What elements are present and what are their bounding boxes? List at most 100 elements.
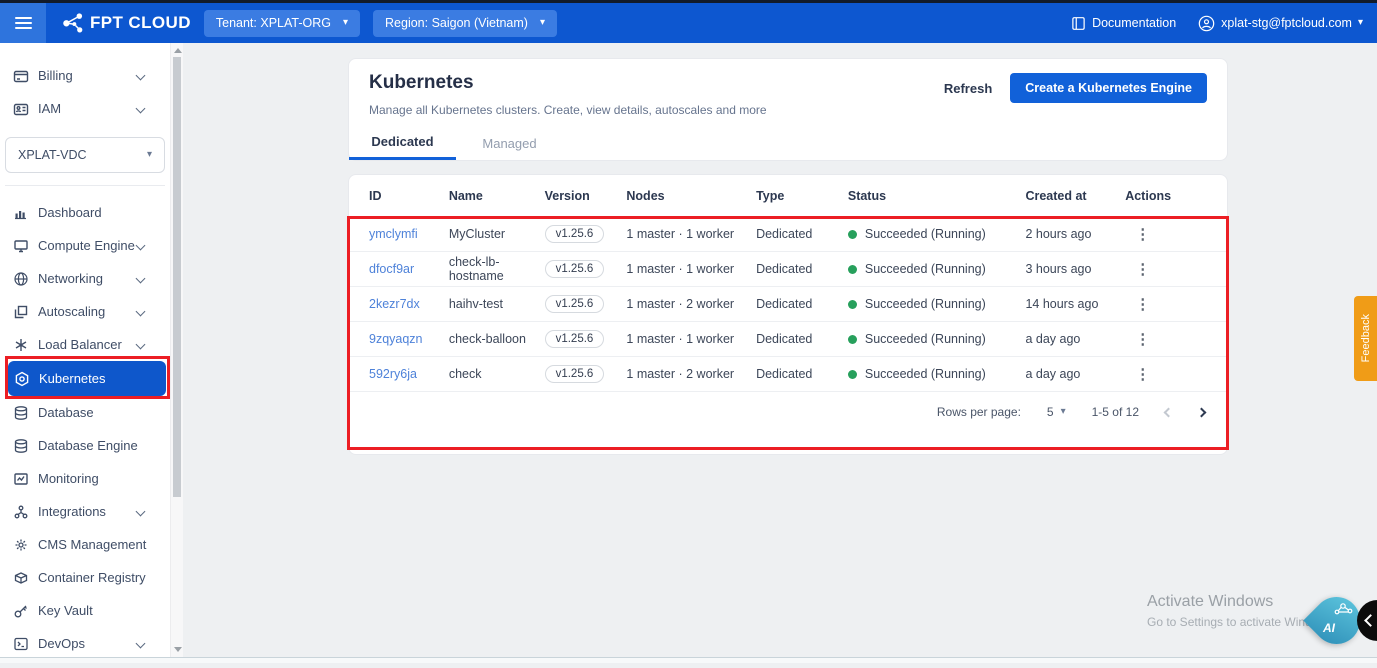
version-chip: v1.25.6 — [545, 225, 605, 243]
sidebar-item-compute-engine[interactable]: Compute Engine — [0, 229, 170, 262]
next-page-button[interactable] — [1197, 407, 1207, 417]
rows-per-page-value: 5 — [1047, 405, 1054, 419]
documentation-label: Documentation — [1092, 16, 1176, 30]
status-dot — [848, 265, 857, 274]
tab-dedicated[interactable]: Dedicated — [349, 126, 456, 160]
ai-widget-label: AI — [1323, 621, 1335, 635]
caret-down-icon: ▾ — [343, 18, 348, 28]
status-dot — [848, 230, 857, 239]
sidebar-item-kubernetes[interactable]: Kubernetes — [8, 361, 166, 396]
networking-icon — [13, 271, 29, 287]
table-header-row: ID Name Version Nodes Type Status Create… — [349, 175, 1227, 217]
sidebar-item-label: Container Registry — [38, 570, 146, 585]
sidebar-item-label: Monitoring — [38, 471, 99, 486]
sidebar-item-monitoring[interactable]: Monitoring — [0, 462, 170, 495]
rows-per-page-select[interactable]: 5 ▾ — [1047, 405, 1066, 419]
sidebar-item-container-registry[interactable]: Container Registry — [0, 561, 170, 594]
window-bottom-border — [0, 657, 1377, 663]
chevron-left-icon — [1364, 614, 1377, 627]
page-header-card: Kubernetes Manage all Kubernetes cluster… — [348, 58, 1228, 161]
top-navigation-bar: FPT CLOUD Tenant: XPLAT-ORG ▾ Region: Sa… — [0, 3, 1377, 43]
column-header-actions: Actions — [1125, 189, 1207, 203]
status-text: Succeeded (Running) — [865, 227, 986, 241]
cluster-id-link[interactable]: dfocf9ar — [369, 262, 414, 276]
sidebar-item-dashboard[interactable]: Dashboard — [0, 196, 170, 229]
sidebar-item-database-engine[interactable]: Database Engine — [0, 429, 170, 462]
cluster-nodes: 1 master · 2 worker — [626, 367, 756, 381]
autoscaling-icon — [13, 304, 29, 320]
version-chip: v1.25.6 — [545, 330, 605, 348]
sidebar-item-autoscaling[interactable]: Autoscaling — [0, 295, 170, 328]
sidebar-item-devops[interactable]: DevOps — [0, 627, 170, 660]
row-actions-menu-icon[interactable]: ⋮ — [1125, 296, 1150, 313]
sidebar-item-label: Database Engine — [38, 438, 138, 453]
scroll-up-arrow-icon[interactable] — [174, 48, 182, 53]
status-text: Succeeded (Running) — [865, 262, 986, 276]
table-row: 9zqyaqzn check-balloon v1.25.6 1 master … — [349, 322, 1227, 357]
sidebar-item-label: IAM — [38, 101, 61, 116]
sidebar-item-database[interactable]: Database — [0, 396, 170, 429]
sidebar-item-cms-management[interactable]: CMS Management — [0, 528, 170, 561]
table-row: dfocf9ar check-lb-hostname v1.25.6 1 mas… — [349, 252, 1227, 287]
user-account-menu[interactable]: xplat-stg@fptcloud.com ▾ — [1198, 15, 1363, 32]
column-header-type: Type — [756, 189, 848, 203]
feedback-label: Feedback — [1360, 314, 1372, 362]
user-circle-icon — [1198, 15, 1215, 32]
tab-managed[interactable]: Managed — [456, 126, 563, 160]
cluster-nodes: 1 master · 1 worker — [626, 227, 756, 241]
hamburger-icon — [15, 17, 32, 19]
cluster-type: Dedicated — [756, 367, 848, 381]
scrollbar-thumb[interactable] — [173, 57, 181, 497]
tenant-selector[interactable]: Tenant: XPLAT-ORG ▾ — [204, 10, 360, 37]
gear-icon — [13, 537, 29, 553]
cluster-name: check — [449, 367, 545, 381]
database-engine-icon — [13, 438, 29, 454]
hamburger-menu-button[interactable] — [0, 3, 46, 43]
created-at: a day ago — [1025, 367, 1125, 381]
sidebar: Billing IAM XPLAT-VDC ▾ Dashboard Comput… — [0, 43, 183, 657]
scroll-down-arrow-icon[interactable] — [174, 647, 182, 652]
row-actions-menu-icon[interactable]: ⋮ — [1125, 261, 1150, 278]
sidebar-item-billing[interactable]: Billing — [0, 59, 170, 92]
vdc-selector[interactable]: XPLAT-VDC ▾ — [5, 137, 165, 173]
feedback-tab[interactable]: Feedback — [1354, 296, 1377, 381]
windows-activation-watermark: Activate Windows Go to Settings to activ… — [1147, 593, 1333, 629]
sidebar-scrollbar[interactable] — [170, 43, 183, 657]
window-top-border — [0, 0, 1377, 3]
row-actions-menu-icon[interactable]: ⋮ — [1125, 226, 1150, 243]
documentation-link[interactable]: Documentation — [1071, 16, 1176, 31]
refresh-button[interactable]: Refresh — [944, 81, 992, 96]
sidebar-item-label: Load Balancer — [38, 337, 122, 352]
create-kubernetes-engine-button[interactable]: Create a Kubernetes Engine — [1010, 73, 1207, 103]
sidebar-item-load-balancer[interactable]: Load Balancer — [0, 328, 170, 361]
previous-page-button[interactable] — [1164, 407, 1174, 417]
rows-per-page-label: Rows per page: — [937, 405, 1021, 419]
page-subtitle: Manage all Kubernetes clusters. Create, … — [369, 103, 767, 117]
region-selector[interactable]: Region: Saigon (Vietnam) ▾ — [373, 10, 557, 37]
cluster-name: haihv-test — [449, 297, 545, 311]
row-actions-menu-icon[interactable]: ⋮ — [1125, 331, 1150, 348]
chevron-down-icon — [136, 639, 146, 649]
column-header-status: Status — [848, 189, 1026, 203]
page-title: Kubernetes — [369, 72, 474, 94]
sidebar-item-key-vault[interactable]: Key Vault — [0, 594, 170, 627]
cluster-name: check-lb-hostname — [449, 255, 545, 283]
cluster-id-link[interactable]: 2kezr7dx — [369, 297, 420, 311]
sidebar-item-integrations[interactable]: Integrations — [0, 495, 170, 528]
pagination-bar: Rows per page: 5 ▾ 1-5 of 12 — [349, 392, 1227, 432]
cluster-id-link[interactable]: ymclymfi — [369, 227, 418, 241]
compute-engine-icon — [13, 238, 29, 254]
tenant-label: Tenant: XPLAT-ORG — [216, 16, 331, 30]
sidebar-item-networking[interactable]: Networking — [0, 262, 170, 295]
cluster-id-link[interactable]: 9zqyaqzn — [369, 332, 423, 346]
cluster-id-link[interactable]: 592ry6ja — [369, 367, 417, 381]
region-label: Region: Saigon (Vietnam) — [385, 16, 528, 30]
status-dot — [848, 335, 857, 344]
sidebar-divider — [5, 185, 165, 186]
row-actions-menu-icon[interactable]: ⋮ — [1125, 366, 1150, 383]
sidebar-item-label: CMS Management — [38, 537, 146, 552]
cluster-type: Dedicated — [756, 262, 848, 276]
created-at: 2 hours ago — [1025, 227, 1125, 241]
cluster-type: Dedicated — [756, 227, 848, 241]
sidebar-item-iam[interactable]: IAM — [0, 92, 170, 125]
